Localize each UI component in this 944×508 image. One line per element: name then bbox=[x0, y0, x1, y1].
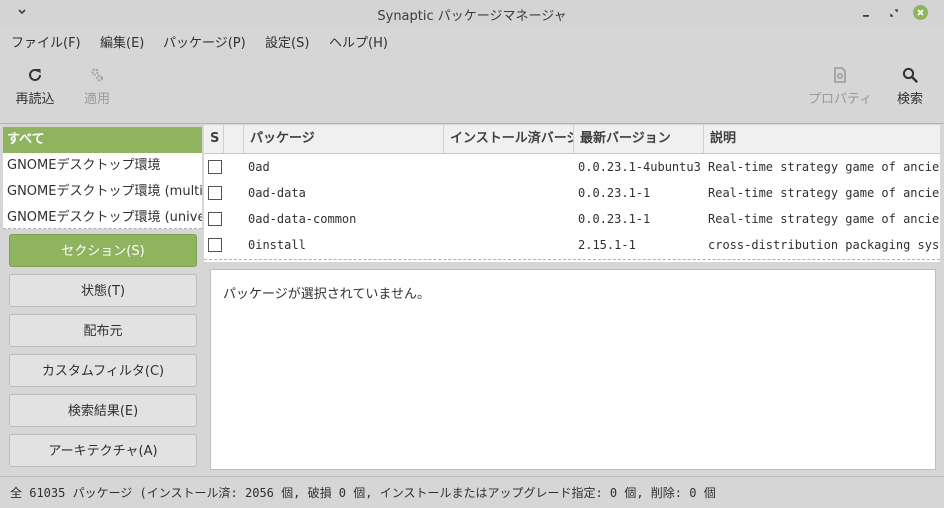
package-description: Real-time strategy game of ancient warfa… bbox=[708, 212, 940, 226]
latest-version: 2.15.1-1 bbox=[578, 238, 636, 252]
table-row[interactable]: 0ad-data 0.0.23.1-1 Real-time strategy g… bbox=[204, 180, 940, 206]
menu-file[interactable]: ファイル(F) bbox=[11, 32, 81, 51]
filter-list: すべて GNOMEデスクトップ環境 GNOMEデスクトップ環境 (multive… bbox=[3, 127, 202, 229]
menu-edit[interactable]: 編集(E) bbox=[100, 32, 144, 51]
package-table: S パッケージ インストール済バージョン 最新バージョン 説明 0ad 0.0.… bbox=[204, 125, 940, 262]
filter-panel: すべて GNOMEデスクトップ環境 GNOMEデスクトップ環境 (multive… bbox=[0, 124, 203, 476]
package-description: Real-time strategy game of ancient warfa… bbox=[708, 186, 940, 200]
table-divider bbox=[204, 259, 940, 260]
package-name: 0ad bbox=[248, 160, 270, 174]
reload-button[interactable]: 再読込 bbox=[14, 66, 56, 107]
latest-version: 0.0.23.1-1 bbox=[578, 212, 651, 226]
filter-item-all[interactable]: すべて bbox=[3, 127, 202, 153]
package-name: 0ad-data-common bbox=[248, 212, 357, 226]
sections-button[interactable]: セクション(S) bbox=[9, 234, 197, 267]
column-header-package[interactable]: パッケージ bbox=[244, 125, 444, 153]
installed-version bbox=[450, 180, 574, 206]
apply-label: 適用 bbox=[83, 92, 110, 107]
close-icon[interactable] bbox=[913, 5, 929, 21]
package-name: 0install bbox=[248, 238, 306, 252]
table-header: S パッケージ インストール済バージョン 最新バージョン 説明 bbox=[204, 125, 940, 154]
package-detail-pane: パッケージが選択されていません。 bbox=[210, 269, 936, 470]
table-row[interactable]: 0install 2.15.1-1 cross-distribution pac… bbox=[204, 232, 940, 258]
menu-settings[interactable]: 設定(S) bbox=[265, 32, 309, 51]
list-divider bbox=[3, 228, 202, 229]
maximize-icon[interactable] bbox=[886, 5, 902, 21]
no-package-selected-text: パッケージが選択されていません。 bbox=[223, 287, 430, 302]
menu-help[interactable]: ヘルプ(H) bbox=[329, 32, 388, 51]
filter-item-gnome-multiverse[interactable]: GNOMEデスクトップ環境 (multiverse) bbox=[3, 179, 202, 205]
gears-icon bbox=[91, 68, 103, 82]
apply-button[interactable]: 適用 bbox=[80, 66, 114, 107]
package-description: cross-distribution packaging system bbox=[708, 238, 940, 252]
architecture-button[interactable]: アーキテクチャ(A) bbox=[9, 434, 197, 467]
table-row[interactable]: 0ad 0.0.23.1-4ubuntu3 Real-time strategy… bbox=[204, 154, 940, 180]
column-header-icon[interactable] bbox=[224, 125, 244, 153]
reload-icon bbox=[29, 68, 41, 81]
origin-button[interactable]: 配布元 bbox=[9, 314, 197, 347]
latest-version: 0.0.23.1-1 bbox=[578, 186, 651, 200]
toolbar: 再読込 適用 プロパティ 検索 bbox=[0, 56, 944, 122]
package-checkbox[interactable] bbox=[208, 212, 222, 226]
menu-bar: ファイル(F) 編集(E) パッケージ(P) 設定(S) ヘルプ(H) bbox=[0, 27, 944, 53]
menu-package[interactable]: パッケージ(P) bbox=[163, 32, 246, 51]
package-name: 0ad-data bbox=[248, 186, 306, 200]
package-checkbox[interactable] bbox=[208, 186, 222, 200]
status-button[interactable]: 状態(T) bbox=[9, 274, 197, 307]
package-checkbox[interactable] bbox=[208, 238, 222, 252]
search-button[interactable]: 検索 bbox=[893, 66, 927, 107]
filter-item-gnome-universe[interactable]: GNOMEデスクトップ環境 (universe) bbox=[3, 205, 202, 229]
status-bar: 全 61035 パッケージ (インストール済: 2056 個, 破損 0 個, … bbox=[0, 476, 944, 508]
reload-label: 再読込 bbox=[15, 92, 55, 107]
search-icon bbox=[902, 67, 918, 83]
table-row[interactable]: 0ad-data-common 0.0.23.1-1 Real-time str… bbox=[204, 206, 940, 232]
properties-label: プロパティ bbox=[808, 92, 873, 107]
column-header-installed-version[interactable]: インストール済バージョン bbox=[444, 125, 574, 153]
synaptic-window: Synaptic パッケージマネージャ ファイル(F) 編集(E) パッケージ(… bbox=[0, 0, 944, 508]
window-title: Synaptic パッケージマネージャ bbox=[377, 9, 567, 24]
search-results-button[interactable]: 検索結果(E) bbox=[9, 394, 197, 427]
filter-item-gnome[interactable]: GNOMEデスクトップ環境 bbox=[3, 153, 202, 179]
installed-version bbox=[450, 154, 574, 180]
column-header-status[interactable]: S bbox=[204, 125, 224, 153]
title-bar: Synaptic パッケージマネージャ bbox=[0, 0, 944, 26]
column-header-description[interactable]: 説明 bbox=[704, 125, 940, 153]
installed-version bbox=[450, 232, 574, 258]
properties-button[interactable]: プロパティ bbox=[808, 66, 872, 107]
latest-version: 0.0.23.1-4ubuntu3 bbox=[578, 160, 701, 174]
custom-filter-button[interactable]: カスタムフィルタ(C) bbox=[9, 354, 197, 387]
status-text: 全 61035 パッケージ (インストール済: 2056 個, 破損 0 個, … bbox=[10, 486, 716, 500]
minimize-icon[interactable] bbox=[858, 5, 874, 21]
package-checkbox[interactable] bbox=[208, 160, 222, 174]
column-header-latest-version[interactable]: 最新バージョン bbox=[574, 125, 704, 153]
document-info-icon bbox=[834, 67, 846, 83]
table-scrollbar[interactable] bbox=[940, 125, 944, 262]
search-label: 検索 bbox=[896, 92, 923, 107]
package-description: Real-time strategy game of ancient warfa… bbox=[708, 160, 940, 174]
installed-version bbox=[450, 206, 574, 232]
